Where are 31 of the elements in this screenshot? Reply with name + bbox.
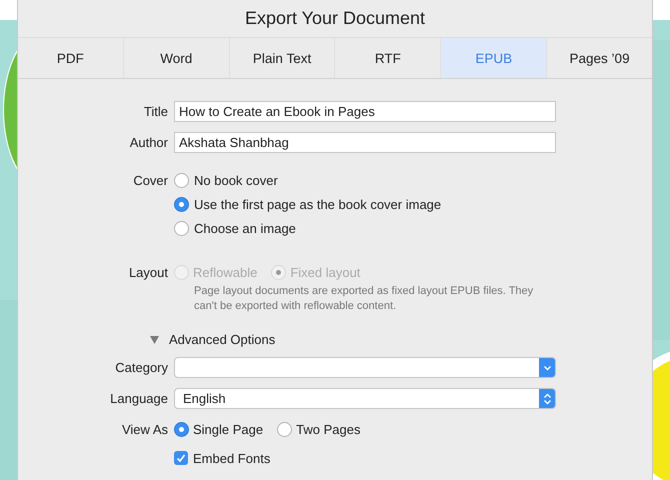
radio-button[interactable] [174,220,189,236]
up-down-chevron-icon [542,392,552,404]
dropdown[interactable] [174,357,556,378]
field-label: Title [142,104,168,119]
field-label: Language [109,391,168,406]
layout-note: Page layout documents are exported as fixed layout EPUB files. They can't be exported with reflowable content. [193,284,534,314]
section-label: Advanced Options [169,332,276,347]
option-label: Two Pages [296,422,360,436]
field-label: View As [120,422,168,436]
radio-button[interactable] [174,172,189,188]
field-label: Layout [128,264,168,280]
option-label: No book cover [194,172,278,188]
radio-button[interactable] [277,422,292,436]
checkbox[interactable] [174,451,188,465]
radio-button[interactable] [174,196,189,212]
window-title: Export Your Document [244,7,426,30]
field-label: Cover [132,172,168,188]
disclosure-triangle-icon[interactable] [150,336,159,344]
radio-button[interactable] [174,422,189,436]
tab[interactable]: Plain Text [230,38,336,78]
input-field[interactable]: How to Create an Ebook in Pages [174,101,556,122]
dropdown[interactable]: English [174,388,556,409]
option-label: Choose an image [194,220,296,236]
checkbox-label: Embed Fonts [193,450,270,466]
input-field[interactable]: Akshata Shanbhag [174,132,556,153]
field-label: Category [114,360,168,375]
option-label: Use the first page as the book cover image [194,196,442,212]
option-label: Single Page [193,422,264,436]
option-label: Fixed layout [290,264,360,280]
option-label: Reflowable [193,264,258,280]
field-label: Author [128,135,168,150]
